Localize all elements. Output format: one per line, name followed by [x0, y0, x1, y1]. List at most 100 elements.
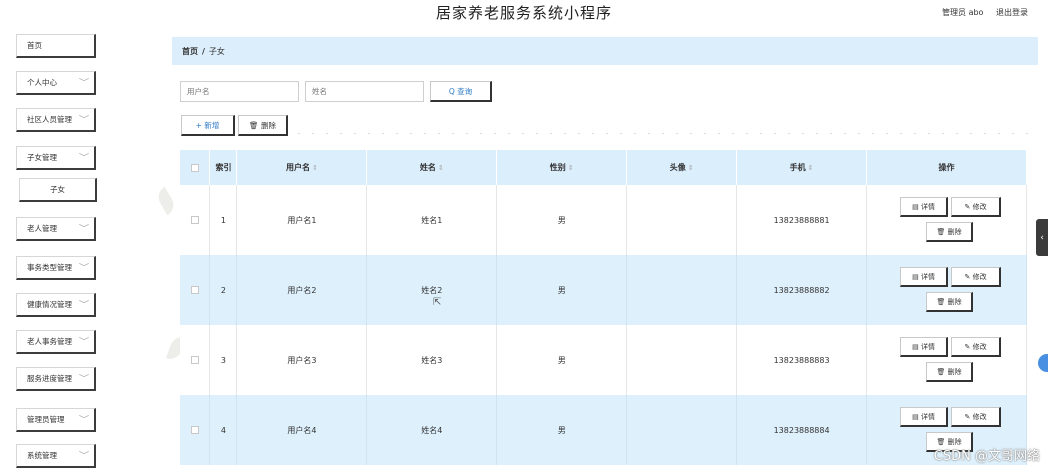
sidebar-item-label: 子女: [50, 185, 65, 194]
column-header-username[interactable]: 用户名 ⇕: [236, 150, 368, 185]
select-all-checkbox[interactable]: [190, 163, 199, 172]
chevron-down-icon: ﹀: [78, 337, 90, 346]
cell-gender: 男: [496, 255, 628, 325]
detail-button[interactable]: ▤ 详情: [900, 267, 949, 287]
delete-button[interactable]: 🗑 删除: [926, 222, 974, 242]
sort-icon[interactable]: ⇕: [688, 164, 694, 172]
cell-phone: 13823888881: [736, 185, 868, 255]
column-header-label: 手机: [789, 163, 806, 172]
chevron-down-icon: ﹀: [78, 374, 90, 383]
cell-gender: 男: [496, 395, 628, 465]
column-header-name[interactable]: 姓名 ⇕: [366, 150, 498, 185]
cell-name: 姓名4: [366, 395, 498, 465]
row-select-cell[interactable]: [180, 185, 211, 255]
row-select-cell[interactable]: [180, 325, 211, 395]
sidebar-item-children-mgmt[interactable]: 子女管理 ﹀: [16, 146, 96, 170]
breadcrumb-home[interactable]: 首页: [182, 46, 198, 57]
watermark-text: CSDN @文哥网络: [933, 449, 1040, 464]
add-button[interactable]: + 新增: [181, 115, 235, 136]
chevron-down-icon: ﹀: [78, 224, 90, 233]
column-header-label: 性别: [549, 163, 566, 172]
breadcrumb: 首页 / 子女: [172, 37, 1038, 65]
cell-index: 1: [209, 185, 238, 255]
floating-assist-button[interactable]: [1038, 354, 1048, 372]
edit-button[interactable]: ✎ 修改: [951, 197, 1002, 217]
table-row: 2 用户名2 姓名2 男 13823888882 ▤ 详情 ✎ 修改 🗑 删除: [180, 255, 1027, 325]
sidebar-item-label: 服务进度管理: [27, 374, 72, 383]
current-user-label: 管理员 abo: [942, 8, 984, 17]
app-title: 居家养老服务系统小程序: [435, 4, 612, 22]
column-header-label: 头像: [669, 163, 686, 172]
row-checkbox[interactable]: [190, 216, 199, 224]
cell-index: 4: [209, 395, 238, 465]
sidebar-item-home[interactable]: 首页: [16, 34, 96, 58]
mouse-cursor-icon: ⇱: [433, 297, 442, 308]
sidebar-item-label: 事务类型管理: [27, 263, 72, 272]
table-row: 3 用户名3 姓名3 男 13823888883 ▤ 详情 ✎ 修改 🗑 删除: [180, 325, 1027, 395]
row-checkbox[interactable]: [190, 286, 199, 294]
cell-username: 用户名4: [236, 395, 368, 465]
sidebar-item-admin-mgmt[interactable]: 管理员管理 ﹀: [16, 408, 96, 432]
cell-phone: 13823888882: [736, 255, 868, 325]
chevron-down-icon: ﹀: [78, 300, 90, 309]
row-select-cell[interactable]: [180, 255, 211, 325]
sidebar-item-affair-type-mgmt[interactable]: 事务类型管理 ﹀: [16, 256, 96, 280]
sort-icon[interactable]: ⇕: [568, 164, 574, 172]
sort-icon[interactable]: ⇕: [438, 164, 444, 172]
detail-button[interactable]: ▤ 详情: [900, 197, 949, 217]
detail-button[interactable]: ▤ 详情: [900, 407, 949, 427]
row-select-cell[interactable]: [180, 395, 211, 465]
cell-gender: 男: [496, 185, 628, 255]
column-header-gender[interactable]: 性别 ⇕: [496, 150, 628, 185]
logout-link[interactable]: 退出登录: [996, 8, 1028, 17]
cell-ops: ▤ 详情 ✎ 修改 🗑 删除: [866, 255, 1027, 325]
select-all-cell[interactable]: [180, 150, 211, 185]
top-header: 居家养老服务系统小程序 管理员 abo 退出登录: [0, 0, 1048, 24]
user-area: 管理员 abo 退出登录: [932, 7, 1028, 18]
sidebar-item-personal-center[interactable]: 个人中心 ﹀: [16, 71, 96, 95]
username-search-input[interactable]: [180, 81, 299, 102]
table-row: 4 用户名4 姓名4 男 13823888884 ▤ 详情 ✎ 修改 🗑 删除: [180, 395, 1027, 465]
cell-username: 用户名2: [236, 255, 368, 325]
edit-button[interactable]: ✎ 修改: [951, 267, 1002, 287]
detail-button[interactable]: ▤ 详情: [900, 337, 949, 357]
edit-button[interactable]: ✎ 修改: [951, 407, 1002, 427]
column-header-phone[interactable]: 手机 ⇕: [736, 150, 868, 185]
batch-delete-button[interactable]: 🗑 删除: [238, 115, 288, 136]
cell-avatar: [626, 325, 738, 395]
collapse-handle[interactable]: ‹: [1036, 219, 1048, 256]
table-row: 1 用户名1 姓名1 男 13823888881 ▤ 详情 ✎ 修改 🗑 删除: [180, 185, 1027, 255]
chevron-down-icon: ﹀: [78, 153, 90, 162]
sidebar-item-service-progress[interactable]: 服务进度管理 ﹀: [16, 367, 96, 391]
sidebar-item-label: 子女管理: [27, 153, 57, 162]
breadcrumb-separator: /: [202, 46, 205, 56]
sidebar-item-label: 管理员管理: [27, 415, 65, 424]
query-button[interactable]: Q 查询: [430, 81, 492, 102]
sidebar-item-label: 个人中心: [27, 78, 57, 87]
sidebar-item-elderly-affairs[interactable]: 老人事务管理 ﹀: [16, 330, 96, 354]
edit-button[interactable]: ✎ 修改: [951, 337, 1002, 357]
sidebar-item-system-mgmt[interactable]: 系统管理 ﹀: [16, 444, 96, 468]
sidebar-item-community-staff[interactable]: 社区人员管理 ﹀: [16, 108, 96, 132]
cell-ops: ▤ 详情 ✎ 修改 🗑 删除: [866, 185, 1027, 255]
sidebar-item-elderly-mgmt[interactable]: 老人管理 ﹀: [16, 217, 96, 241]
sort-icon[interactable]: ⇕: [808, 164, 814, 172]
row-checkbox[interactable]: [190, 356, 199, 364]
sort-icon[interactable]: ⇕: [312, 164, 318, 172]
cell-phone: 13823888883: [736, 325, 868, 395]
column-header-avatar[interactable]: 头像 ⇕: [626, 150, 738, 185]
sidebar-subitem-children[interactable]: 子女: [19, 178, 97, 202]
table-header-row: 索引 用户名 ⇕ 姓名 ⇕ 性别 ⇕ 头像 ⇕ 手机 ⇕ 操作: [180, 150, 1027, 185]
sidebar-item-label: 系统管理: [27, 451, 57, 460]
delete-button[interactable]: 🗑 删除: [926, 362, 974, 382]
chevron-left-icon: ‹: [1040, 232, 1044, 243]
name-search-input[interactable]: [305, 81, 424, 102]
delete-button[interactable]: 🗑 删除: [926, 292, 974, 312]
cell-index: 2: [209, 255, 238, 325]
sidebar-item-label: 老人事务管理: [27, 337, 72, 346]
cell-name: 姓名2: [366, 255, 498, 325]
row-checkbox[interactable]: [190, 426, 199, 434]
cell-name: 姓名3: [366, 325, 498, 395]
sidebar-item-health-mgmt[interactable]: 健康情况管理 ﹀: [16, 293, 96, 317]
cell-avatar: [626, 255, 738, 325]
